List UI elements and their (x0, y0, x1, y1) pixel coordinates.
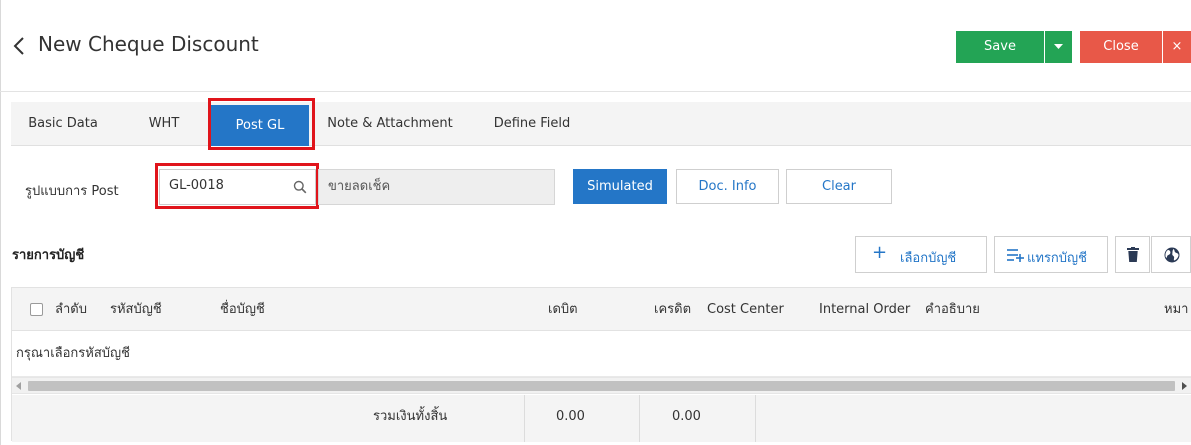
tab-note-attachment[interactable]: Note & Attachment (315, 102, 465, 146)
column-header-note: หมา (1164, 302, 1189, 317)
globe-icon (1164, 247, 1180, 263)
save-button-label: Save (984, 39, 1016, 54)
post-format-description: ขายลดเช็ค (318, 169, 555, 205)
caret-down-icon (1054, 44, 1063, 49)
select-account-button[interactable]: + เลือกบัญชี (855, 236, 987, 273)
column-header-account-name: ชื่อบัญชี (220, 302, 265, 317)
footer-divider (639, 395, 640, 442)
column-header-order: ลำดับ (55, 302, 87, 317)
close-button[interactable]: Close (1080, 31, 1162, 63)
total-debit: 0.00 (556, 409, 585, 424)
page: New Cheque Discount Save Close × Basic D… (0, 0, 1191, 445)
scroll-left-arrow-icon[interactable] (16, 382, 21, 390)
scrollbar-thumb[interactable] (28, 381, 1175, 391)
post-format-code: GL-0018 (169, 178, 224, 193)
total-credit: 0.00 (672, 409, 701, 424)
column-header-debit: เดบิต (548, 302, 578, 317)
accounts-table: ลำดับ รหัสบัญชี ชื่อบัญชี เดบิต เครดิต C… (11, 287, 1191, 442)
page-header: New Cheque Discount Save Close × (0, 0, 1191, 92)
tab-post-gl[interactable]: Post GL (211, 105, 309, 146)
footer-divider (755, 395, 756, 442)
tab-basic-data[interactable]: Basic Data (11, 102, 115, 146)
accounts-section-title: รายการบัญชี (12, 248, 85, 263)
column-header-account-code: รหัสบัญชี (110, 302, 162, 317)
footer-divider (524, 395, 525, 442)
page-title: New Cheque Discount (38, 32, 259, 56)
insert-account-button[interactable]: แทรกบัญชี (994, 236, 1108, 273)
total-label: รวมเงินทั้งสิ้น (373, 409, 448, 424)
table-empty-row: กรุณาเลือกรหัสบัญชี (12, 331, 1191, 377)
insert-rows-icon (1007, 249, 1024, 262)
select-all-checkbox[interactable] (30, 303, 43, 316)
horizontal-scrollbar[interactable] (12, 377, 1191, 394)
column-header-internal-order: Internal Order (819, 302, 911, 317)
tab-define-field[interactable]: Define Field (477, 102, 587, 146)
plus-icon: + (872, 242, 888, 263)
post-format-input[interactable]: GL-0018 (159, 169, 316, 205)
column-header-description: คำอธิบาย (925, 302, 980, 317)
post-format-description-text: ขายลดเช็ค (328, 179, 391, 194)
column-header-credit: เครดิต (654, 302, 692, 317)
language-button[interactable] (1151, 236, 1191, 273)
simulated-button[interactable]: Simulated (573, 169, 667, 204)
search-icon[interactable] (293, 180, 307, 194)
delete-button[interactable] (1115, 236, 1150, 273)
save-options-dropdown[interactable] (1045, 31, 1072, 63)
close-button-label: Close (1103, 39, 1139, 54)
save-button[interactable]: Save (956, 31, 1044, 63)
table-header: ลำดับ รหัสบัญชี ชื่อบัญชี เดบิต เครดิต C… (12, 288, 1191, 331)
chevron-left-icon[interactable] (12, 35, 26, 57)
doc-info-button[interactable]: Doc. Info (676, 169, 779, 204)
column-header-cost-center: Cost Center (707, 302, 784, 317)
select-account-label: เลือกบัญชี (900, 251, 957, 266)
clear-button[interactable]: Clear (786, 169, 892, 204)
empty-message: กรุณาเลือกรหัสบัญชี (16, 346, 130, 361)
insert-account-label: แทรกบัญชี (1027, 251, 1087, 266)
tab-wht[interactable]: WHT (134, 102, 194, 146)
scroll-right-arrow-icon[interactable] (1182, 382, 1187, 390)
trash-icon (1127, 247, 1139, 262)
table-footer: รวมเงินทั้งสิ้น 0.00 0.00 (12, 395, 1191, 442)
post-format-label: รูปแบบการ Post (25, 184, 119, 199)
tab-bar: Basic Data WHT Post GL Note & Attachment… (11, 102, 1191, 146)
close-x-icon[interactable]: × (1163, 31, 1191, 63)
